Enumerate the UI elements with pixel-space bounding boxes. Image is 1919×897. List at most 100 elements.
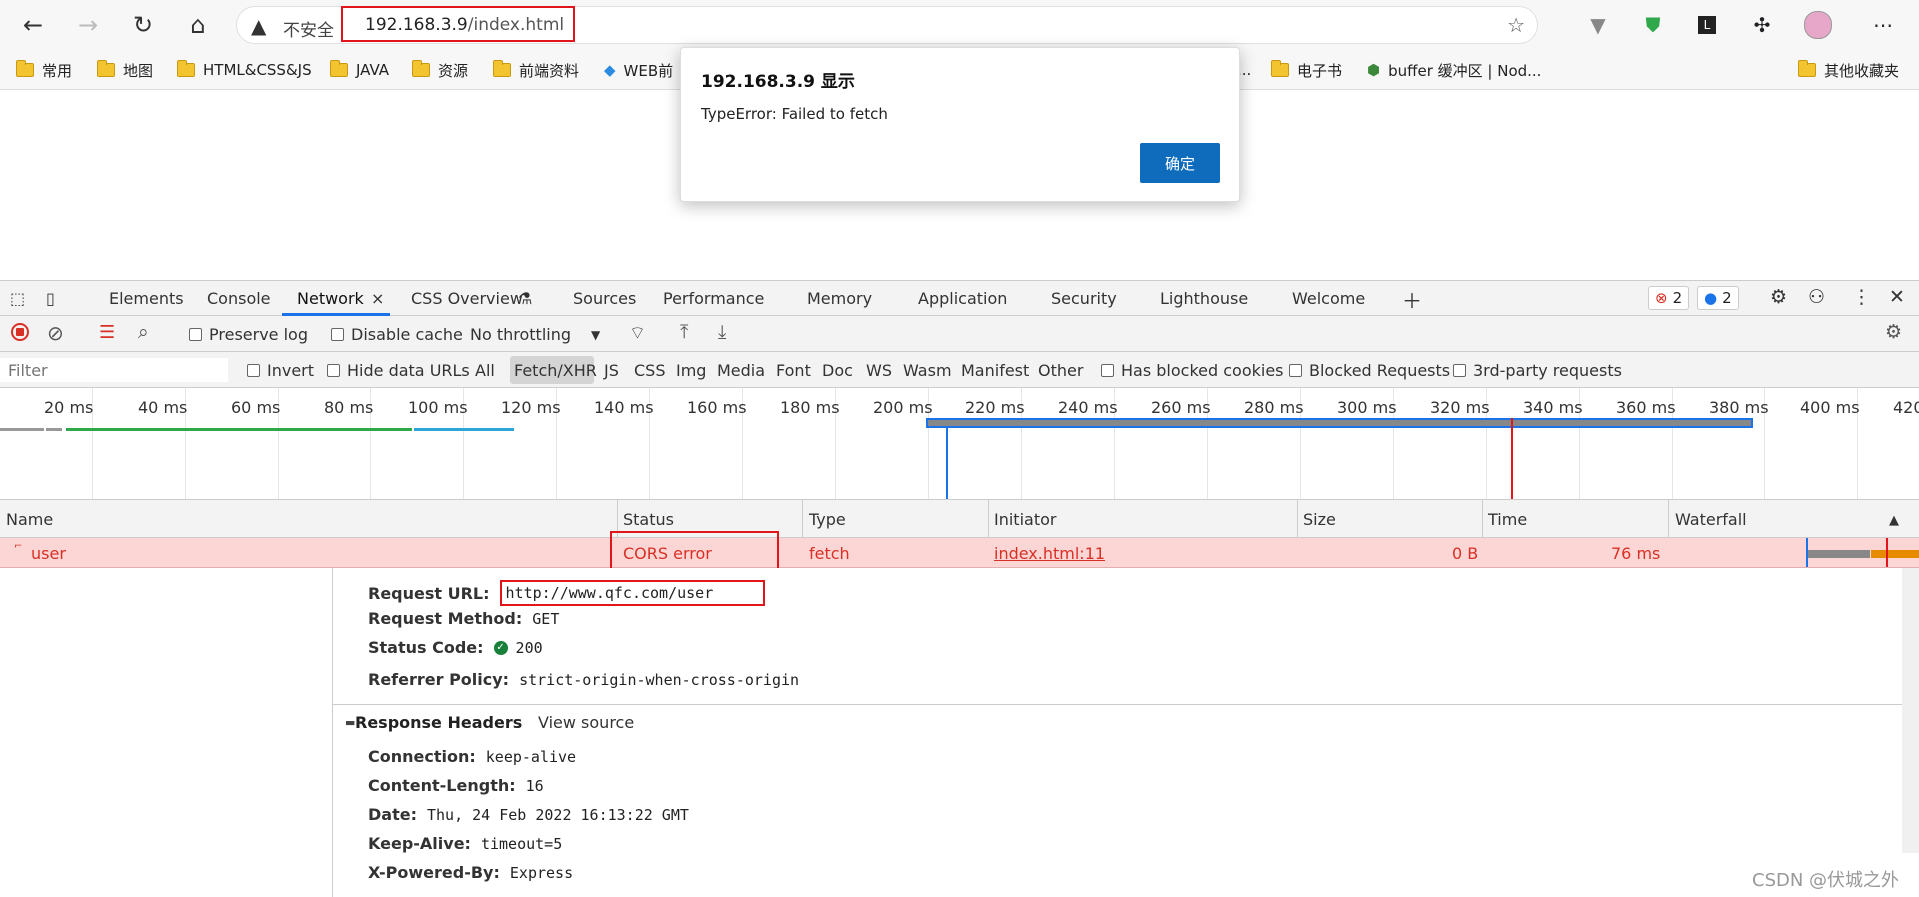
- filter-type-wasm[interactable]: Wasm: [903, 361, 952, 380]
- filter-type-js[interactable]: JS: [604, 361, 619, 380]
- extension-v-icon[interactable]: ▼: [1583, 10, 1613, 40]
- filter-icon[interactable]: ☰: [99, 322, 115, 343]
- request-status: CORS error: [623, 544, 712, 563]
- filter-type-media[interactable]: Media: [717, 361, 765, 380]
- blocked-requests-checkbox[interactable]: Blocked Requests: [1289, 361, 1450, 380]
- forward-icon[interactable]: →: [71, 8, 105, 42]
- inspect-element-icon[interactable]: ⬚: [10, 289, 25, 308]
- column-waterfall[interactable]: Waterfall: [1675, 510, 1747, 529]
- bookmark-folder[interactable]: JAVA: [330, 58, 389, 82]
- search-icon[interactable]: ⌕: [138, 321, 149, 343]
- request-url-value[interactable]: http://www.qfc.com/user: [499, 580, 766, 606]
- hide-data-urls-checkbox[interactable]: Hide data URLs: [327, 361, 470, 380]
- tab-network[interactable]: Network: [297, 289, 364, 308]
- header-value: Thu, 24 Feb 2022 16:13:22 GMT: [426, 805, 689, 824]
- favorite-icon[interactable]: ☆: [1507, 13, 1525, 37]
- network-toolbar: ⊘ ☰ ⌕ Preserve log Disable cache No thro…: [0, 316, 1919, 352]
- tab-application[interactable]: Application: [918, 289, 1007, 308]
- view-source-link[interactable]: View source: [538, 713, 634, 732]
- settings-gear-icon[interactable]: ⚙: [1770, 286, 1787, 308]
- collapse-triangle-icon[interactable]: ▬: [345, 716, 355, 729]
- add-tab-icon[interactable]: ＋: [1402, 285, 1422, 314]
- device-toolbar-icon[interactable]: ▯: [46, 289, 55, 308]
- import-har-icon[interactable]: ⤒: [680, 321, 688, 343]
- request-initiator-link[interactable]: index.html:11: [994, 544, 1105, 563]
- bookmark-folder[interactable]: 资源: [412, 58, 468, 82]
- error-count-badge[interactable]: ⊗ 2: [1648, 286, 1690, 310]
- filter-type-fetch-xhr[interactable]: Fetch/XHR: [514, 361, 597, 380]
- extension-l-icon[interactable]: L: [1692, 10, 1722, 40]
- bookmark-folder[interactable]: 前端资料: [493, 58, 579, 82]
- filter-type-other[interactable]: Other: [1038, 361, 1083, 380]
- filter-type-doc[interactable]: Doc: [822, 361, 853, 380]
- tab-welcome[interactable]: Welcome: [1292, 289, 1365, 308]
- bookmark-folder[interactable]: 常用: [16, 58, 72, 82]
- tab-security[interactable]: Security: [1051, 289, 1117, 308]
- export-har-icon[interactable]: ⤓: [718, 321, 726, 343]
- preserve-log-checkbox[interactable]: Preserve log: [189, 325, 308, 344]
- timeline-tick-label: 20 ms: [44, 398, 94, 417]
- details-scrollbar[interactable]: [1902, 568, 1919, 853]
- request-url-row: Request URL: http://www.qfc.com/user: [368, 580, 766, 606]
- bookmark-link[interactable]: ⬢ buffer 缓冲区 | Nod...: [1367, 58, 1541, 82]
- close-devtools-icon[interactable]: ✕: [1889, 286, 1905, 308]
- column-type[interactable]: Type: [809, 510, 846, 529]
- bookmark-folder[interactable]: 地图: [97, 58, 153, 82]
- network-conditions-icon[interactable]: ⌔: [629, 322, 646, 345]
- filter-type-all[interactable]: All: [475, 361, 495, 380]
- filter-type-img[interactable]: Img: [676, 361, 706, 380]
- bookmark-folder[interactable]: 电子书: [1271, 58, 1342, 82]
- filter-type-manifest[interactable]: Manifest: [961, 361, 1029, 380]
- ok-button[interactable]: 确定: [1140, 143, 1220, 183]
- tab-console[interactable]: Console: [207, 289, 271, 308]
- reload-icon[interactable]: ↻: [126, 8, 160, 42]
- column-time[interactable]: Time: [1488, 510, 1527, 529]
- tab-css-overview[interactable]: CSS Overview: [411, 289, 523, 308]
- tab-performance[interactable]: Performance: [663, 289, 764, 308]
- record-icon[interactable]: [11, 323, 29, 341]
- clear-icon[interactable]: ⊘: [47, 321, 64, 345]
- tab-sources[interactable]: Sources: [573, 289, 636, 308]
- section-divider: [333, 704, 1903, 705]
- address-bar[interactable]: ▲ 不安全 192.168.3.9/index.html ☆: [236, 6, 1538, 44]
- sort-ascending-icon[interactable]: ▲: [1889, 513, 1899, 528]
- request-name[interactable]: user: [31, 544, 66, 563]
- bookmark-folder-other[interactable]: 其他收藏夹: [1798, 58, 1899, 82]
- filter-type-css[interactable]: CSS: [634, 361, 665, 380]
- more-options-icon[interactable]: ⋮: [1852, 286, 1871, 308]
- more-menu-icon[interactable]: ⋯: [1868, 10, 1898, 40]
- column-name[interactable]: Name: [6, 510, 53, 529]
- url-text[interactable]: 192.168.3.9/index.html: [365, 15, 564, 35]
- filter-input[interactable]: [0, 358, 228, 382]
- home-icon[interactable]: ⌂: [181, 8, 215, 42]
- throttling-select[interactable]: No throttling ▼: [470, 325, 600, 344]
- filter-bar: Invert Hide data URLs All Fetch/XHR JS C…: [0, 352, 1919, 388]
- tab-memory[interactable]: Memory: [807, 289, 872, 308]
- bookmark-folder[interactable]: HTML&CSS&JS: [177, 58, 312, 82]
- network-settings-icon[interactable]: ⚙: [1885, 321, 1902, 343]
- bookmark-link[interactable]: ◆ WEB前: [604, 58, 673, 82]
- extensions-puzzle-icon[interactable]: ✣: [1747, 10, 1777, 40]
- checkbox-icon: [327, 364, 340, 377]
- invert-checkbox[interactable]: Invert: [247, 361, 314, 380]
- third-party-checkbox[interactable]: 3rd-party requests: [1453, 361, 1622, 380]
- message-count-badge[interactable]: ● 2: [1697, 286, 1739, 310]
- has-blocked-cookies-checkbox[interactable]: Has blocked cookies: [1101, 361, 1284, 380]
- avatar[interactable]: [1803, 10, 1833, 40]
- column-size[interactable]: Size: [1303, 510, 1336, 529]
- back-icon[interactable]: ←: [16, 8, 50, 42]
- folder-icon: [412, 60, 430, 77]
- table-row[interactable]: ⌐ user CORS error fetch index.html:11 0 …: [0, 531, 1919, 571]
- feedback-icon[interactable]: ⚇: [1808, 286, 1825, 308]
- column-initiator[interactable]: Initiator: [994, 510, 1056, 529]
- response-headers-title[interactable]: Response Headers: [355, 713, 522, 732]
- tab-elements[interactable]: Elements: [109, 289, 184, 308]
- shield-icon[interactable]: ⛊: [1638, 10, 1668, 40]
- filter-type-ws[interactable]: WS: [866, 361, 892, 380]
- disable-cache-checkbox[interactable]: Disable cache: [331, 325, 463, 344]
- tab-lighthouse[interactable]: Lighthouse: [1160, 289, 1248, 308]
- filter-type-font[interactable]: Font: [776, 361, 811, 380]
- column-status[interactable]: Status: [623, 510, 674, 529]
- timeline-overview[interactable]: 20 ms 40 ms 60 ms 80 ms 100 ms 120 ms 14…: [0, 388, 1919, 500]
- close-tab-icon[interactable]: ×: [371, 289, 384, 308]
